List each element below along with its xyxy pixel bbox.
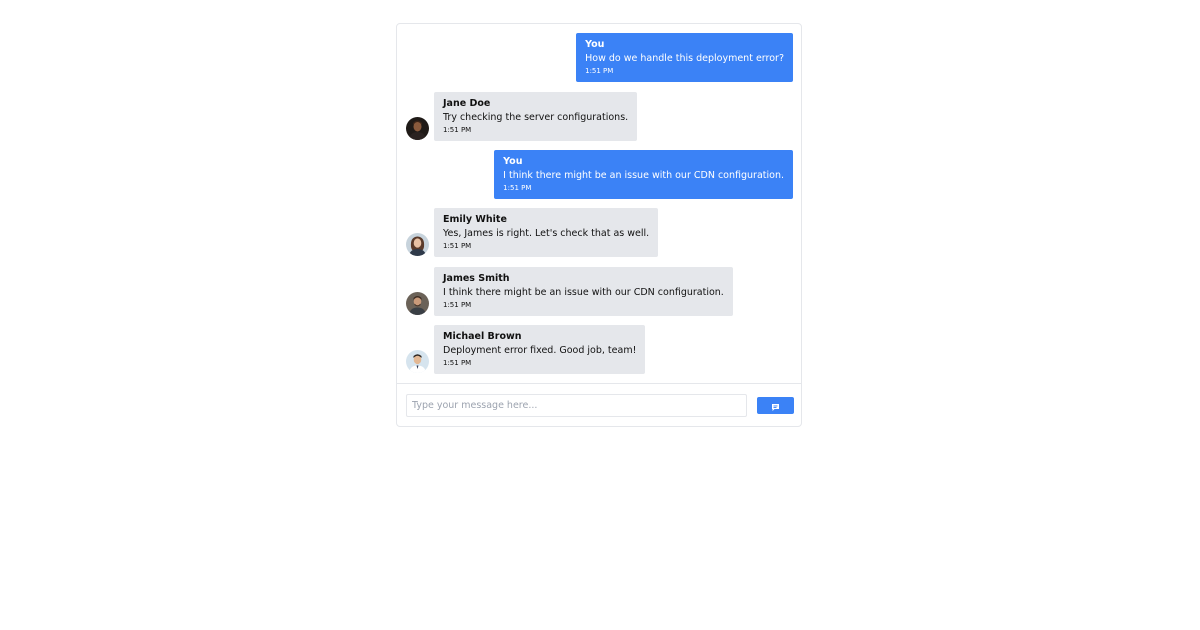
message-bubble-own: You How do we handle this deployment err… xyxy=(576,33,793,82)
message-bubble: Jane Doe Try checking the server configu… xyxy=(434,92,638,141)
message-sender: James Smith xyxy=(443,273,510,284)
message-text: Try checking the server configurations. xyxy=(443,112,629,123)
message-time: 1:51 PM xyxy=(443,359,472,367)
message-list: You How do we handle this deployment err… xyxy=(397,24,801,384)
message-bubble-own: You I think there might be an issue with… xyxy=(494,150,793,199)
message-composer xyxy=(397,383,801,427)
message-text: Deployment error fixed. Good job, team! xyxy=(443,345,637,356)
message-sender: Emily White xyxy=(443,214,507,225)
message-time: 1:51 PM xyxy=(585,67,614,75)
avatar-james-smith xyxy=(406,292,429,315)
message-bubble: Michael Brown Deployment error fixed. Go… xyxy=(434,325,646,374)
send-button[interactable] xyxy=(757,397,794,414)
message-time: 1:51 PM xyxy=(503,184,532,192)
message-text: How do we handle this deployment error? xyxy=(585,53,784,64)
message-text: I think there might be an issue with our… xyxy=(443,287,724,298)
message-time: 1:51 PM xyxy=(443,301,472,309)
avatar-michael-brown xyxy=(406,350,429,373)
message-bubble: James Smith I think there might be an is… xyxy=(434,267,733,316)
message-input[interactable] xyxy=(406,394,747,417)
chat-panel: You How do we handle this deployment err… xyxy=(396,23,802,427)
avatar-jane-doe xyxy=(406,117,429,140)
message-sender: You xyxy=(503,156,523,167)
message-sender: You xyxy=(585,39,605,50)
message-text: Yes, James is right. Let's check that as… xyxy=(443,228,650,239)
message-text: I think there might be an issue with our… xyxy=(503,170,784,181)
message-time: 1:51 PM xyxy=(443,242,472,250)
message-bubble: Emily White Yes, James is right. Let's c… xyxy=(434,208,659,257)
message-time: 1:51 PM xyxy=(443,126,472,134)
avatar-emily-white xyxy=(406,233,429,256)
message-sender: Jane Doe xyxy=(443,98,491,109)
chat-bubble-icon xyxy=(757,403,794,412)
message-sender: Michael Brown xyxy=(443,331,522,342)
